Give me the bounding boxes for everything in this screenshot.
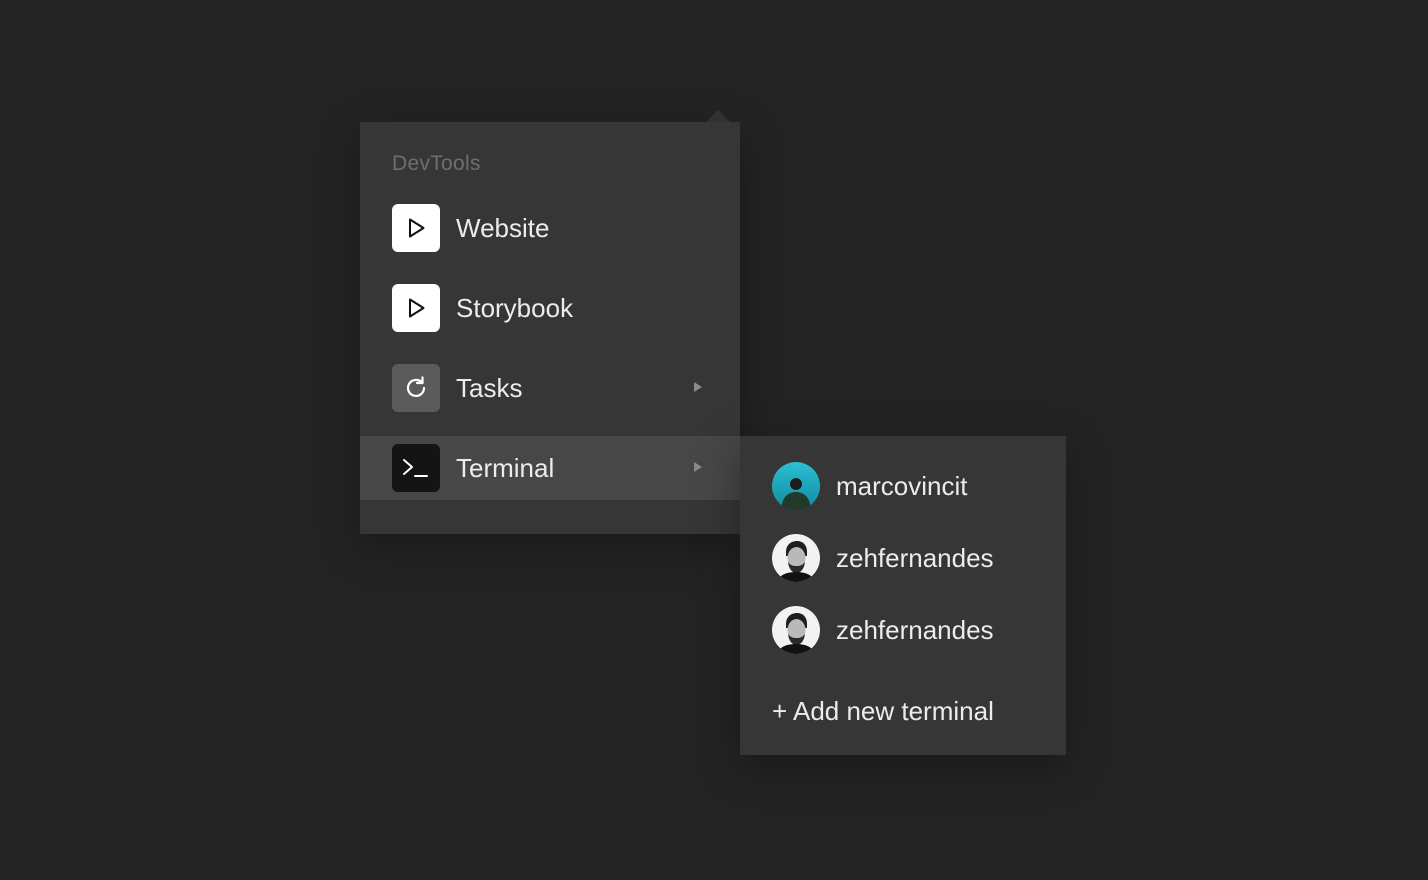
menu-item-terminal[interactable]: Terminal [360,436,740,500]
chevron-right-icon [694,382,702,392]
menu-item-website[interactable]: Website [360,196,740,260]
terminal-icon [392,444,440,492]
play-icon [392,204,440,252]
terminal-user-label: zehfernandes [836,543,994,573]
terminal-submenu: marcovincit zehfernandes zehfernandes + … [740,436,1066,755]
menu-item-label: Tasks [456,373,523,403]
devtools-menu: DevTools Website Storybook Tasks Termina… [360,122,740,534]
play-icon [392,284,440,332]
menu-caret [706,110,730,122]
avatar [772,462,820,510]
terminal-user-label: marcovincit [836,471,968,501]
avatar [772,534,820,582]
chevron-right-icon [694,462,702,472]
menu-item-storybook[interactable]: Storybook [360,276,740,340]
menu-item-tasks[interactable]: Tasks [360,356,740,420]
submenu-item-terminal[interactable]: zehfernandes [740,530,1066,586]
avatar [772,606,820,654]
submenu-item-terminal[interactable]: marcovincit [740,458,1066,514]
submenu-item-terminal[interactable]: zehfernandes [740,602,1066,658]
menu-item-label: Storybook [456,293,574,323]
stage: DevTools Website Storybook Tasks Termina… [0,0,1428,880]
section-title: DevTools [392,152,481,175]
menu-item-label: Website [456,213,550,243]
refresh-icon [392,364,440,412]
add-new-terminal-button[interactable]: + Add new terminal [772,691,994,731]
menu-item-label: Terminal [456,453,555,483]
terminal-user-label: zehfernandes [836,615,994,645]
